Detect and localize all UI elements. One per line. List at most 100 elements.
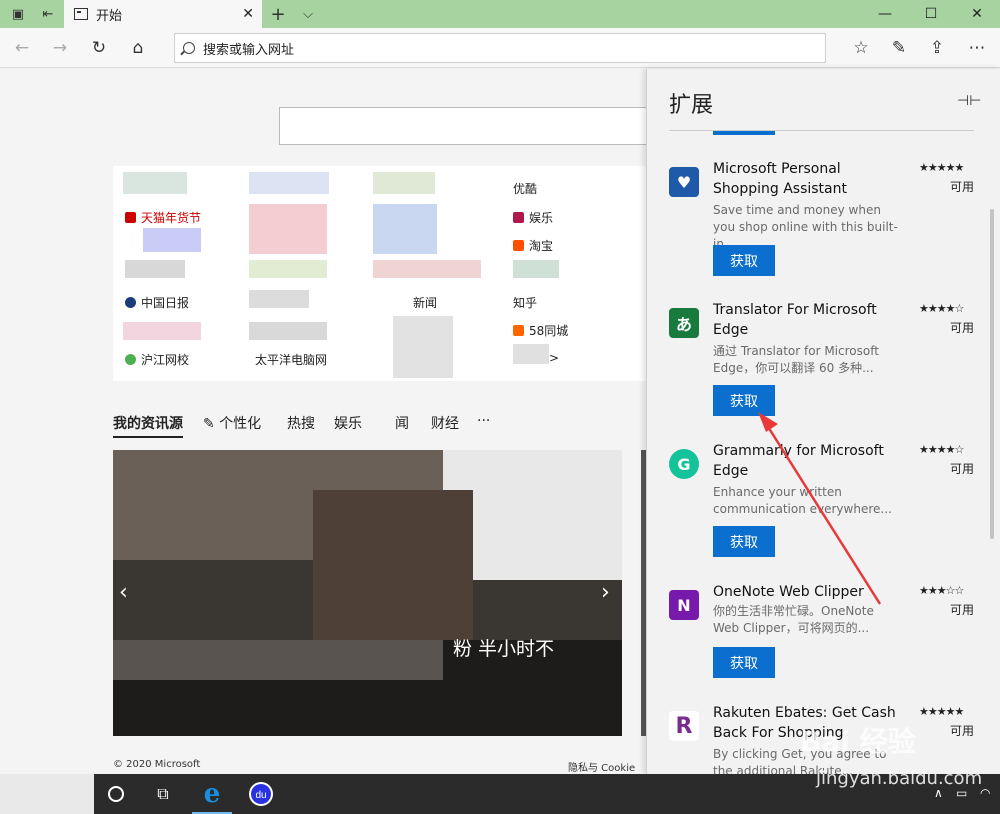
- baidu-watermark-url: jingyan.baidu.com: [816, 768, 983, 789]
- favorites-icon[interactable]: ☆: [845, 33, 877, 63]
- tab-label: 个性化: [219, 416, 262, 432]
- extension-name: Grammarly for Microsoft Edge: [713, 443, 884, 479]
- title-bar: ▣ ⇤ 开始 ✕ + ⌵ — ☐ ✕: [0, 0, 1000, 28]
- back-icon[interactable]: ←: [6, 33, 38, 63]
- tab-set-aside-icon[interactable]: ▣: [2, 0, 34, 28]
- get-button[interactable]: 获取: [713, 245, 775, 276]
- blurred-site: [393, 316, 453, 378]
- minimize-button[interactable]: —: [862, 0, 908, 28]
- tab-more[interactable]: ···: [477, 413, 490, 429]
- hujiang-icon: [125, 354, 136, 365]
- site-zhihu[interactable]: 知乎: [513, 294, 537, 311]
- maximize-button[interactable]: ☐: [908, 0, 954, 28]
- tab-news[interactable]: 闻: [395, 413, 409, 433]
- copyright: © 2020 Microsoft: [113, 759, 201, 770]
- blurred-site: [513, 260, 559, 278]
- tab-my-feed[interactable]: 我的资讯源: [113, 413, 183, 438]
- taobao-icon: [513, 240, 524, 251]
- refresh-icon[interactable]: ↻: [83, 33, 115, 63]
- more-icon[interactable]: ⋯: [961, 33, 993, 63]
- blurred-site: [123, 172, 187, 194]
- page-search-input[interactable]: [279, 107, 646, 145]
- home-icon[interactable]: ⌂: [122, 33, 154, 63]
- forward-icon[interactable]: →: [44, 33, 76, 63]
- site-more[interactable]: >: [549, 351, 559, 365]
- grammarly-icon: G: [669, 449, 699, 479]
- site-label: 58同城: [529, 324, 569, 338]
- blurred-site: [249, 260, 327, 278]
- panel-title: 扩展: [669, 93, 714, 118]
- blurred-site: [373, 204, 437, 254]
- share-icon[interactable]: ⇪: [921, 33, 953, 63]
- rakuten-icon: R: [669, 711, 699, 741]
- extension-description: Enhance your written communication every…: [713, 485, 892, 516]
- blurred-site: [249, 290, 309, 308]
- hero-caption: 粉 半小时不: [453, 638, 555, 660]
- chevron-right-icon[interactable]: ›: [601, 580, 610, 605]
- site-hujiang[interactable]: 沪江网校: [125, 351, 189, 368]
- address-bar[interactable]: 搜索或输入网址: [174, 33, 826, 63]
- star-rating: ★★★★★: [919, 161, 964, 174]
- new-tab-button[interactable]: +: [262, 0, 294, 28]
- tab-trending[interactable]: 热搜: [287, 413, 315, 433]
- site-label: 新闻: [413, 296, 438, 310]
- extension-status: 可用: [950, 724, 975, 738]
- hero-image: [113, 640, 443, 680]
- star-rating: ★★★★☆: [919, 443, 964, 456]
- baidu-icon[interactable]: du: [237, 774, 285, 814]
- restore-tabs-icon[interactable]: ⇤: [32, 0, 64, 28]
- site-label: 知乎: [513, 296, 538, 310]
- pin-icon[interactable]: ⊣⊢: [957, 93, 981, 109]
- get-button[interactable]: 获取: [713, 647, 775, 678]
- start-area: [0, 774, 94, 814]
- address-placeholder: 搜索或输入网址: [203, 42, 295, 58]
- shopping-bag-icon: ♥: [669, 167, 699, 197]
- notes-icon[interactable]: ✎: [883, 33, 915, 63]
- blurred-site: [513, 344, 549, 364]
- site-label: 沪江网校: [141, 353, 190, 367]
- extension-status: 可用: [950, 462, 975, 476]
- close-window-button[interactable]: ✕: [954, 0, 1000, 28]
- blurred-site: [143, 228, 201, 252]
- site-entertainment[interactable]: 娱乐: [513, 209, 553, 226]
- tab-finance[interactable]: 财经: [431, 413, 459, 433]
- chevron-left-icon[interactable]: ‹: [119, 580, 128, 605]
- tab-personalize[interactable]: ✎ 个性化: [203, 413, 261, 433]
- scrollbar[interactable]: [990, 209, 994, 539]
- cortana-icon[interactable]: [92, 774, 140, 814]
- site-label: 中国日报: [141, 296, 190, 310]
- site-taobao[interactable]: 淘宝: [513, 237, 553, 254]
- extension-status: 可用: [950, 321, 975, 335]
- onenote-icon: N: [669, 590, 699, 620]
- site-youku[interactable]: 优酷: [513, 180, 537, 197]
- blurred-site: [125, 260, 185, 278]
- site-label: 太平洋电脑网: [255, 353, 328, 367]
- extension-status: 可用: [950, 180, 975, 194]
- privacy-link[interactable]: 隐私与 Cookie: [568, 759, 635, 774]
- get-button[interactable]: 获取: [713, 526, 775, 557]
- extension-description: 你的生活非常忙碌。OneNote Web Clipper，可将网页的...: [713, 604, 874, 635]
- tab-entertainment[interactable]: 娱乐: [334, 413, 362, 433]
- chinadaily-icon: [125, 297, 136, 308]
- site-chinadaily[interactable]: 中国日报: [125, 294, 189, 311]
- star-rating: ★★★★☆: [919, 302, 964, 315]
- navigation-bar: ← → ↻ ⌂ 搜索或输入网址 ☆ ✎ ⇪ ⋯: [0, 28, 1000, 68]
- site-label: 优酷: [513, 182, 538, 196]
- hero-news-card[interactable]: ‹ › 粉 半小时不: [113, 450, 622, 736]
- tab-start[interactable]: 开始 ✕: [64, 0, 262, 28]
- site-tmall[interactable]: 天猫年货节: [125, 209, 201, 226]
- site-label: 天猫年货节: [141, 211, 202, 225]
- search-icon: [183, 42, 195, 54]
- svg-text:du: du: [255, 790, 266, 801]
- site-news[interactable]: 新闻: [413, 294, 437, 311]
- site-pconline[interactable]: 太平洋电脑网: [255, 351, 327, 368]
- get-button[interactable]: 获取: [713, 385, 775, 416]
- tab-title: 开始: [96, 8, 123, 24]
- site-58[interactable]: 58同城: [513, 322, 568, 339]
- baidu-watermark: Bai 经验: [800, 725, 916, 758]
- top-sites-grid: 优酷 天猫年货节 娱乐 淘宝 中国日报 新闻 知乎 58同城 沪江网校 太平洋电…: [113, 166, 646, 381]
- tab-list-button[interactable]: ⌵: [292, 0, 324, 28]
- task-view-icon[interactable]: ⧉: [139, 774, 187, 814]
- edge-icon[interactable]: e: [188, 774, 236, 814]
- close-tab-icon[interactable]: ✕: [242, 6, 254, 22]
